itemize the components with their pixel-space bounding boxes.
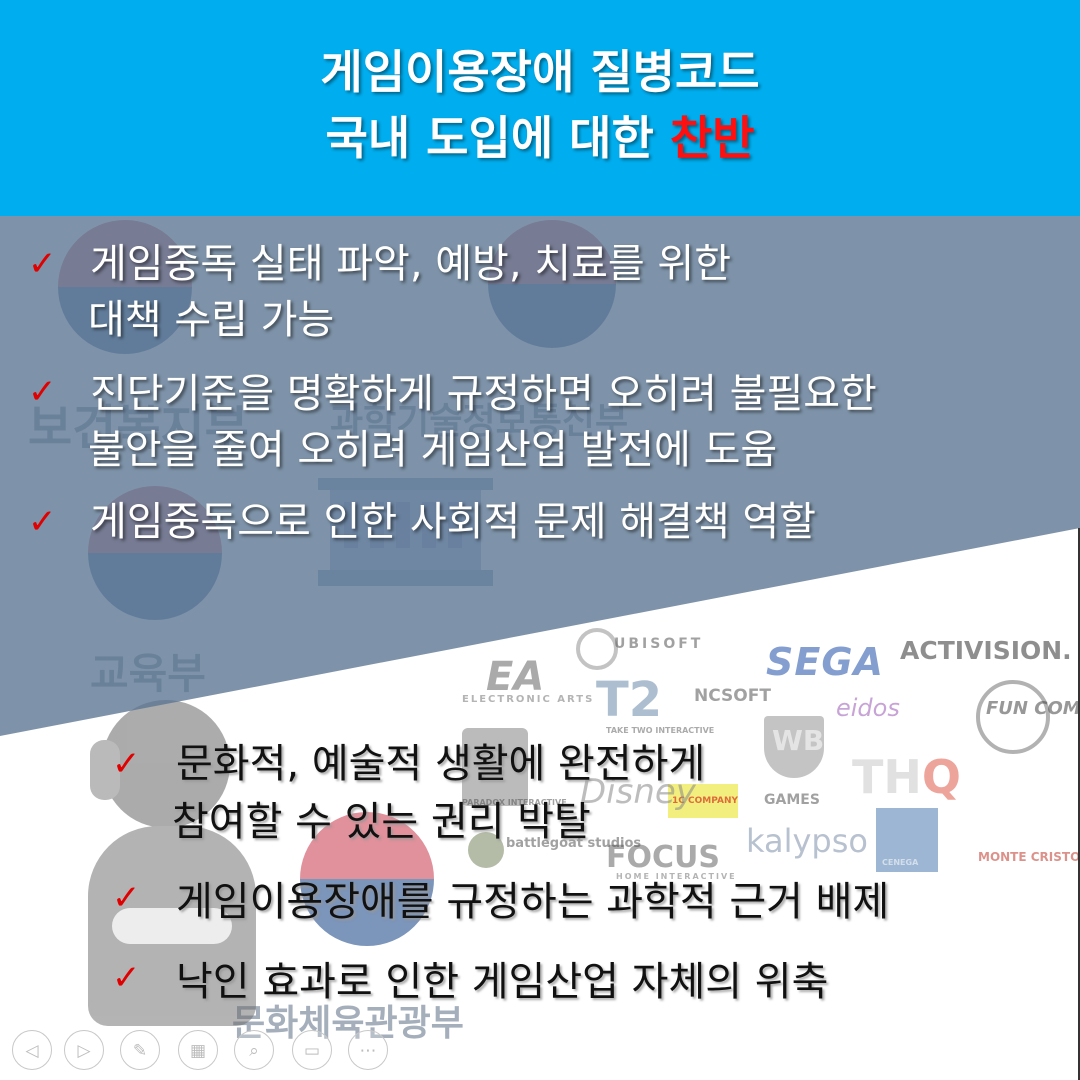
logo-thq-accent: Q [921, 750, 961, 804]
logo-wb: WB [772, 724, 825, 757]
pro-item-3-line-1: 게임중독으로 인한 사회적 문제 해결책 역할 [90, 499, 816, 545]
con-item-3-line-1: 낙인 효과로 인한 게임산업 자체의 위축 [176, 959, 829, 1005]
title-line-1: 게임이용장애 질병코드 [320, 45, 760, 99]
check-icon: ✓ [28, 502, 57, 542]
title-header: 게임이용장애 질병코드 국내 도입에 대한 찬반 [0, 0, 1080, 216]
prev-icon[interactable]: ◁ [12, 1030, 52, 1070]
con-item-1-line-2: 참여할 수 있는 권리 박탈 [172, 799, 591, 845]
title-line-2-main: 국내 도입에 대한 [325, 111, 670, 165]
con-item-2-line-1: 게임이용장애를 규정하는 과학적 근거 배제 [176, 879, 890, 925]
title-accent: 찬반 [669, 111, 755, 165]
logo-funcom: FUN COM [986, 698, 1080, 719]
check-icon: ✓ [28, 372, 57, 412]
pro-item-1-line-1: 게임중독 실태 파악, 예방, 치료를 위한 [90, 241, 732, 287]
check-icon: ✓ [112, 744, 141, 784]
logo-ea-sub: ELECTRONIC ARTS [462, 694, 595, 705]
con-item-1-line-1: 문화적, 예술적 생활에 완전하게 [176, 741, 706, 787]
check-icon: ✓ [112, 878, 141, 918]
slides-icon[interactable]: ▦ [178, 1030, 218, 1070]
logo-t2-sub: TAKE TWO INTERACTIVE [606, 726, 715, 735]
logo-sega: SEGA [766, 640, 884, 684]
logo-wb-games: GAMES [764, 792, 820, 808]
pro-item-1-line-2: 대책 수립 가능 [88, 297, 335, 343]
pro-item-2-line-2: 불안을 줄여 오히려 게임산업 발전에 도움 [88, 427, 778, 473]
logo-activision: ACTIVISION. [900, 636, 1072, 665]
logo-t2: T2 [596, 672, 663, 728]
check-icon: ✓ [28, 244, 57, 284]
logo-thq-main: TH [852, 750, 922, 804]
logo-thq: THQ [852, 750, 961, 804]
next-icon[interactable]: ▷ [64, 1030, 104, 1070]
logo-ncsoft: NCSOFT [694, 686, 771, 706]
pen-icon[interactable]: ✎ [120, 1030, 160, 1070]
logo-kalypso: kalypso [746, 822, 868, 860]
title-line-2: 국내 도입에 대한 찬반 [0, 108, 1080, 168]
more-icon[interactable]: ⋯ [348, 1030, 388, 1070]
check-icon: ✓ [112, 958, 141, 998]
subtitle-icon[interactable]: ▭ [292, 1030, 332, 1070]
logo-cenega: CENEGA [882, 858, 919, 867]
slide: 보건복지부 과학기술정보통신부 교육부 문화체육관광부 UBISOFT SEGA… [0, 0, 1080, 1080]
logo-monte-cristo: MONTE CRISTO [978, 850, 1080, 864]
pro-item-2-line-1: 진단기준을 명확하게 규정하면 오히려 불필요한 [90, 371, 877, 417]
logo-ubisoft: UBISOFT [614, 636, 704, 652]
zoom-icon[interactable]: ⌕ [234, 1030, 274, 1070]
logo-eidos: eidos [836, 694, 900, 722]
ubisoft-logo-icon [576, 628, 618, 670]
